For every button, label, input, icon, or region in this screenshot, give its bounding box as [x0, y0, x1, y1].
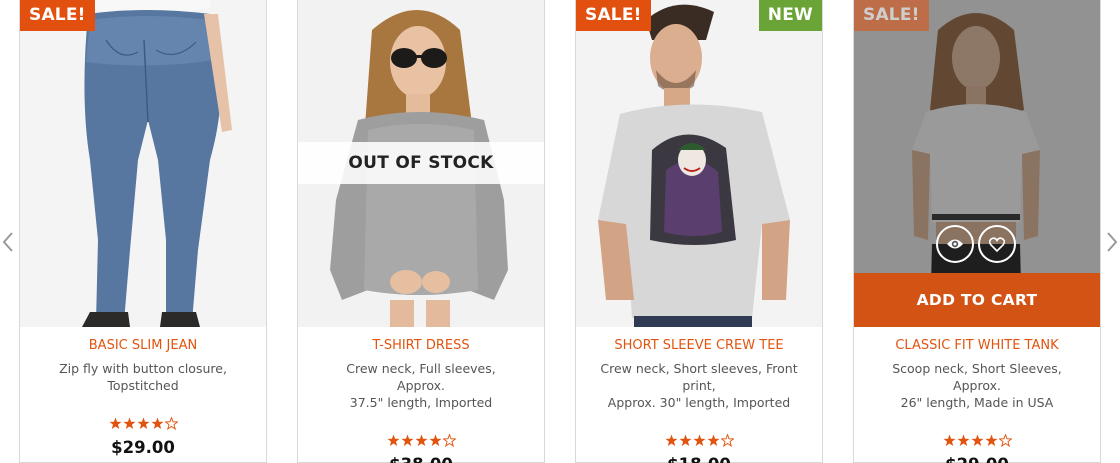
star-rating: [576, 434, 822, 450]
product-description: Crew neck, Short sleeves, Front print, A…: [589, 360, 809, 411]
add-to-cart-button[interactable]: ADD TO CART: [854, 273, 1100, 327]
product-image[interactable]: OUT OF STOCK: [298, 0, 544, 327]
carousel-prev-button[interactable]: [0, 226, 16, 258]
product-image[interactable]: SALE!: [20, 0, 266, 327]
star-filled-icon: [942, 434, 956, 446]
star-filled-icon: [956, 434, 970, 446]
star-filled-icon: [386, 434, 400, 446]
product-image[interactable]: SALE! ADD TO CART: [854, 0, 1100, 327]
product-info: CLASSIC FIT WHITE TANK Scoop neck, Short…: [854, 327, 1100, 463]
eye-icon: [947, 239, 963, 249]
product-card[interactable]: OUT OF STOCK T-SHIRT DRESS Crew neck, Fu…: [297, 0, 545, 463]
product-description-line: 37.5" length, Imported: [349, 395, 493, 410]
sale-badge: SALE!: [576, 0, 651, 31]
product-info: T-SHIRT DRESS Crew neck, Full sleeves, A…: [298, 327, 544, 463]
sale-badge: SALE!: [20, 0, 95, 31]
star-empty-icon: [720, 434, 734, 447]
product-description: Zip fly with button closure, Topstitched: [43, 360, 243, 394]
star-filled-icon: [692, 434, 706, 446]
product-info: BASIC SLIM JEAN Zip fly with button clos…: [20, 327, 266, 457]
product-description-line: Crew neck, Short sleeves, Front print,: [600, 361, 798, 393]
star-filled-icon: [108, 417, 122, 429]
new-badge: NEW: [758, 0, 822, 31]
product-card[interactable]: SALE! NEW SHORT SLEEVE CREW TEE Crew nec…: [575, 0, 823, 463]
out-of-stock-label: OUT OF STOCK: [298, 142, 544, 184]
product-description-line: Topstitched: [107, 378, 179, 393]
product-description: Crew neck, Full sleeves, Approx. 37.5" l…: [321, 360, 521, 411]
product-price: $29.00: [111, 438, 175, 457]
product-name-link[interactable]: T-SHIRT DRESS: [298, 338, 544, 353]
wishlist-button[interactable]: [978, 225, 1016, 263]
star-rating: [854, 434, 1100, 450]
product-price: $18.00: [576, 455, 822, 463]
star-rating: [20, 417, 266, 433]
product-info: SHORT SLEEVE CREW TEE Crew neck, Short s…: [576, 327, 822, 463]
product-name-link[interactable]: BASIC SLIM JEAN: [20, 338, 266, 353]
star-empty-icon: [164, 417, 178, 430]
product-name-link[interactable]: SHORT SLEEVE CREW TEE: [576, 338, 822, 353]
star-filled-icon: [428, 434, 442, 446]
carousel-next-button[interactable]: [1104, 226, 1120, 258]
product-card[interactable]: SALE! ADD TO CART CLASSIC FIT WHITE TANK…: [853, 0, 1101, 463]
product-price: $29.00: [854, 455, 1100, 463]
star-filled-icon: [150, 417, 164, 429]
product-image[interactable]: SALE! NEW: [576, 0, 822, 327]
product-price: $38.00: [298, 455, 544, 463]
product-description-line: Zip fly with button closure,: [59, 361, 227, 376]
product-description-line: 26" length, Made in USA: [900, 395, 1054, 410]
star-filled-icon: [400, 434, 414, 446]
star-filled-icon: [706, 434, 720, 446]
star-filled-icon: [970, 434, 984, 446]
product-description-line: Crew neck, Full sleeves, Approx.: [346, 361, 496, 393]
quick-actions: [936, 225, 1016, 263]
star-filled-icon: [136, 417, 150, 429]
heart-icon: [989, 236, 1005, 252]
star-filled-icon: [122, 417, 136, 429]
star-empty-icon: [998, 434, 1012, 447]
star-filled-icon: [678, 434, 692, 446]
star-filled-icon: [984, 434, 998, 446]
star-filled-icon: [664, 434, 678, 446]
product-card[interactable]: SALE! BASIC SLIM JEAN Zip fly with butto…: [19, 0, 267, 463]
star-filled-icon: [414, 434, 428, 446]
sale-badge: SALE!: [854, 0, 929, 31]
product-description-line: Scoop neck, Short Sleeves, Approx.: [892, 361, 1062, 393]
star-rating: [298, 434, 544, 450]
chevron-right-icon: [1107, 232, 1118, 252]
product-description-line: Approx. 30" length, Imported: [607, 395, 791, 410]
product-description: Scoop neck, Short Sleeves, Approx. 26" l…: [877, 360, 1077, 411]
star-empty-icon: [442, 434, 456, 447]
quick-view-button[interactable]: [936, 225, 974, 263]
product-name-link[interactable]: CLASSIC FIT WHITE TANK: [854, 338, 1100, 353]
chevron-left-icon: [2, 232, 13, 252]
product-carousel: SALE! BASIC SLIM JEAN Zip fly with butto…: [0, 0, 1120, 463]
